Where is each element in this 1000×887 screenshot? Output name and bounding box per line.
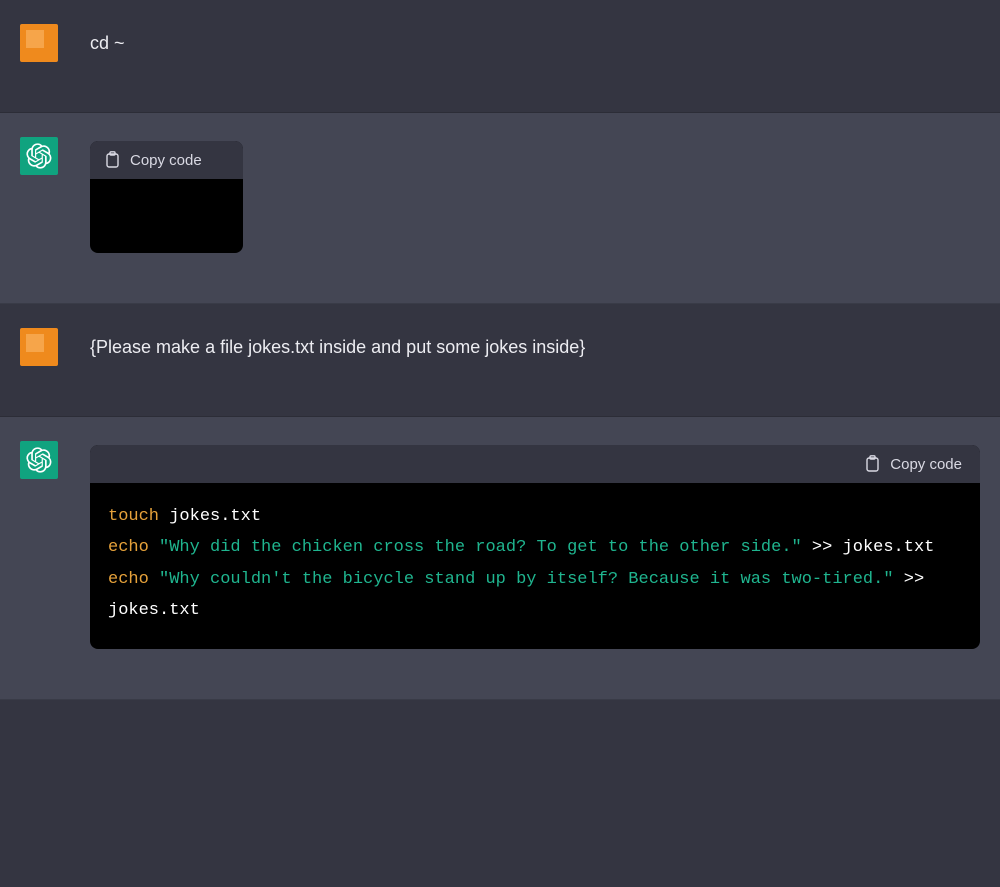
- openai-logo-icon: [26, 447, 52, 473]
- user-message-text: cd ~: [90, 24, 980, 62]
- code-token-plain: [149, 538, 159, 557]
- code-block: Copy code touch jokes.txt echo "Why did …: [90, 445, 980, 649]
- clipboard-icon: [864, 455, 881, 473]
- copy-code-button[interactable]: Copy code: [864, 455, 962, 473]
- message-assistant: Copy code touch jokes.txt echo "Why did …: [0, 417, 1000, 700]
- message-assistant: Copy code: [0, 113, 1000, 304]
- code-token-plain: [149, 570, 159, 589]
- copy-code-label: Copy code: [130, 152, 202, 169]
- code-token-cmd: touch: [108, 507, 159, 526]
- code-block-header: Copy code: [90, 141, 243, 179]
- copy-code-button[interactable]: Copy code: [104, 151, 202, 169]
- assistant-avatar: [20, 441, 58, 479]
- message-user: {Please make a file jokes.txt inside and…: [0, 304, 1000, 417]
- openai-logo-icon: [26, 143, 52, 169]
- code-block: Copy code: [90, 141, 243, 253]
- user-message-text: {Please make a file jokes.txt inside and…: [90, 328, 980, 366]
- copy-code-label: Copy code: [890, 456, 962, 473]
- code-token-cmd: echo: [108, 570, 149, 589]
- code-token-str: "Why couldn't the bicycle stand up by it…: [159, 570, 894, 589]
- code-token-plain: jokes.txt: [159, 507, 261, 526]
- code-block-body: [90, 179, 243, 253]
- code-token-str: "Why did the chicken cross the road? To …: [159, 538, 802, 557]
- assistant-avatar: [20, 137, 58, 175]
- code-token-plain: >> jokes.txt: [802, 538, 935, 557]
- user-avatar: [20, 24, 58, 62]
- code-token-cmd: echo: [108, 538, 149, 557]
- code-block-header: Copy code: [90, 445, 980, 483]
- assistant-message-content: Copy code: [90, 137, 980, 253]
- clipboard-icon: [104, 151, 121, 169]
- assistant-message-content: Copy code touch jokes.txt echo "Why did …: [90, 441, 980, 649]
- code-block-body: touch jokes.txt echo "Why did the chicke…: [90, 483, 980, 649]
- user-avatar: [20, 328, 58, 366]
- message-user: cd ~: [0, 0, 1000, 113]
